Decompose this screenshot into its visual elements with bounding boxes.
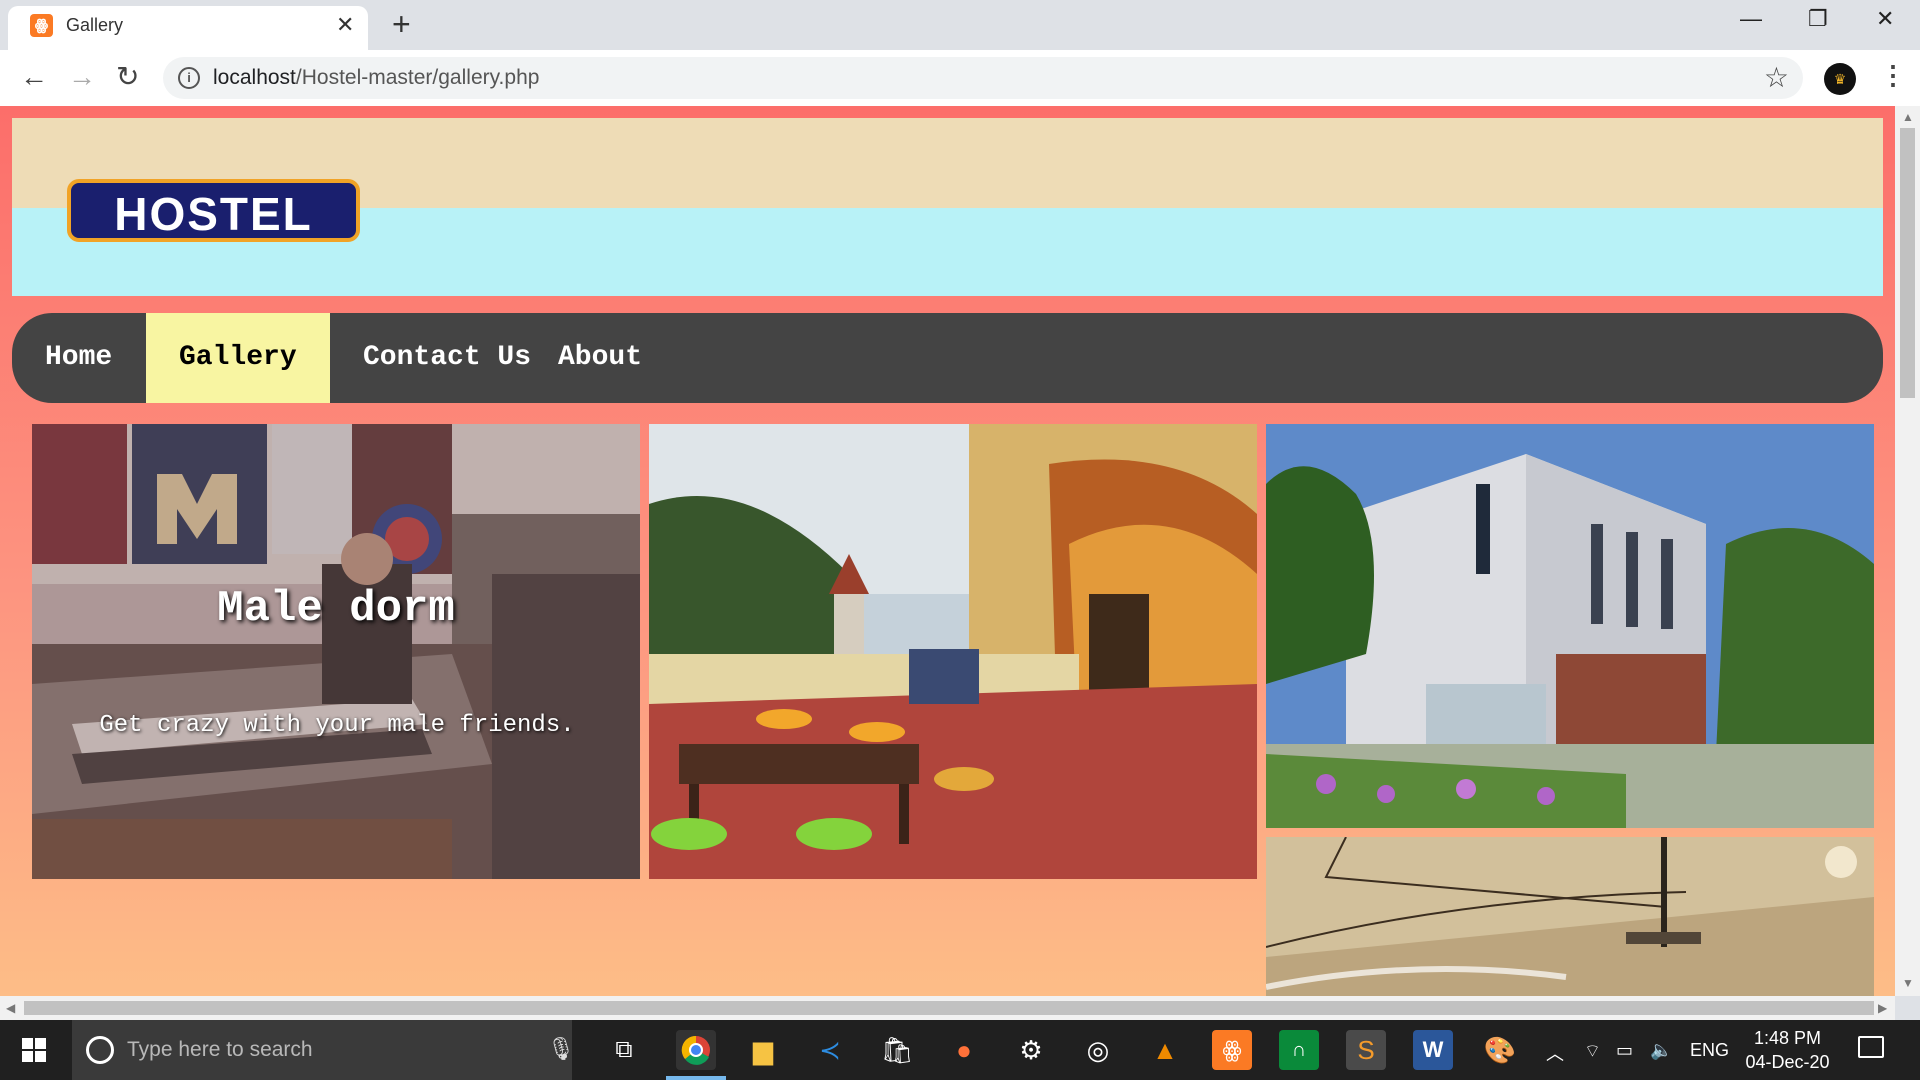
groove-music-icon[interactable]: ◎ bbox=[1078, 1030, 1118, 1070]
clock-time: 1:48 PM bbox=[1753, 1028, 1822, 1048]
settings-gear-icon[interactable]: ⚙ bbox=[1011, 1030, 1051, 1070]
profile-avatar-icon[interactable]: ♛ bbox=[1824, 63, 1856, 95]
scroll-down-icon[interactable]: ▼ bbox=[1902, 976, 1914, 990]
tray-chevron-icon[interactable]: ︿ bbox=[1546, 1040, 1564, 1066]
hostel-building-image bbox=[1266, 424, 1874, 828]
file-explorer-icon[interactable]: ▆ bbox=[743, 1030, 783, 1070]
close-window-icon[interactable]: ✕ bbox=[1876, 6, 1894, 32]
active-app-indicator bbox=[666, 1076, 726, 1080]
main-nav: Home Gallery Contact Us About bbox=[12, 313, 1883, 403]
search-placeholder: Type here to search bbox=[127, 1038, 313, 1061]
card-title: Male dorm bbox=[217, 584, 455, 634]
gallery-photo-male-dorm[interactable]: Male dorm Get crazy with your male frien… bbox=[32, 424, 640, 879]
address-bar[interactable]: i localhost/Hostel-master/gallery.php ☆ bbox=[163, 57, 1803, 99]
notification-icon[interactable] bbox=[1858, 1036, 1884, 1058]
paint-icon[interactable]: 🎨 bbox=[1480, 1030, 1520, 1070]
forward-arrow-icon[interactable]: → bbox=[68, 62, 96, 92]
card-description: Get crazy with your male friends. bbox=[99, 712, 575, 739]
wifi-icon[interactable]: ⌔ bbox=[1584, 1040, 1601, 1063]
gallery-photo-ceiling-lights[interactable] bbox=[1266, 837, 1874, 996]
browser-toolbar: ← → ↻ i localhost/Hostel-master/gallery.… bbox=[0, 50, 1920, 106]
ceiling-lights-image bbox=[1266, 837, 1874, 996]
chrome-icon[interactable] bbox=[676, 1030, 716, 1070]
nav-gallery[interactable]: Gallery bbox=[146, 313, 330, 403]
cortana-icon bbox=[86, 1036, 114, 1064]
taskbar-clock[interactable]: 1:48 PM 04-Dec-20 bbox=[1740, 1026, 1835, 1074]
bookmark-star-icon[interactable]: ☆ bbox=[1764, 61, 1789, 94]
volume-icon[interactable]: 🔈 bbox=[1650, 1040, 1672, 1061]
restore-icon[interactable]: ❐ bbox=[1808, 6, 1828, 32]
chrome-menu-icon[interactable]: ⋮ bbox=[1880, 60, 1906, 91]
word-icon[interactable]: W bbox=[1413, 1030, 1453, 1070]
photo-overlay bbox=[32, 424, 640, 879]
logo-text: HOSTEL bbox=[114, 188, 313, 240]
site-header: HOSTEL bbox=[12, 118, 1883, 296]
firefox-icon[interactable]: ● bbox=[944, 1030, 984, 1070]
headphones-app-icon[interactable]: ∩ bbox=[1279, 1030, 1319, 1070]
browser-tab-gallery[interactable]: ꙮ Gallery ✕ bbox=[8, 6, 368, 50]
vlc-icon[interactable]: ▲ bbox=[1145, 1030, 1185, 1070]
scroll-up-icon[interactable]: ▲ bbox=[1902, 110, 1914, 124]
nav-about[interactable]: About bbox=[525, 313, 675, 403]
language-indicator[interactable]: ENG bbox=[1690, 1040, 1729, 1061]
store-icon[interactable]: 🛍 bbox=[877, 1030, 917, 1070]
gallery-photo-building[interactable] bbox=[1266, 424, 1874, 828]
windows-start-icon[interactable] bbox=[22, 1038, 46, 1062]
url-text[interactable]: localhost/Hostel-master/gallery.php bbox=[213, 66, 539, 90]
tab-title: Gallery bbox=[66, 15, 124, 35]
scroll-right-icon[interactable]: ▶ bbox=[1878, 1001, 1887, 1015]
vertical-scroll-thumb[interactable] bbox=[1900, 128, 1915, 398]
horizontal-scrollbar[interactable]: ◀ ▶ bbox=[0, 996, 1895, 1020]
vertical-scrollbar[interactable]: ▲ ▼ bbox=[1895, 106, 1920, 996]
task-view-icon[interactable]: ⧉ bbox=[604, 1030, 644, 1070]
battery-icon[interactable]: ▭ bbox=[1616, 1040, 1633, 1061]
nav-home[interactable]: Home bbox=[12, 313, 145, 403]
xampp-icon[interactable]: ꙮ bbox=[1212, 1030, 1252, 1070]
scroll-left-icon[interactable]: ◀ bbox=[6, 1001, 15, 1015]
hostel-logo[interactable]: HOSTEL bbox=[67, 179, 360, 242]
horizontal-scroll-thumb[interactable] bbox=[24, 1001, 1874, 1015]
terrace-image bbox=[649, 424, 1257, 879]
page-viewport: HOSTEL Home Gallery Contact Us About Mal… bbox=[0, 106, 1895, 996]
gallery-page: HOSTEL Home Gallery Contact Us About Mal… bbox=[0, 106, 1895, 996]
reload-icon[interactable]: ↻ bbox=[116, 62, 139, 92]
xampp-favicon-icon: ꙮ bbox=[30, 14, 53, 37]
tab-close-icon[interactable]: ✕ bbox=[336, 12, 354, 38]
minimize-icon[interactable]: — bbox=[1740, 6, 1762, 32]
back-arrow-icon[interactable]: ← bbox=[20, 62, 48, 92]
taskbar-search-box[interactable]: Type here to search 🎙 bbox=[72, 1020, 575, 1080]
new-tab-button[interactable]: + bbox=[392, 6, 411, 42]
windows-taskbar: Type here to search 🎙 ⧉ ▆ ≺ 🛍 ● ⚙ ◎ ▲ ꙮ … bbox=[0, 1020, 1920, 1080]
microphone-icon[interactable]: 🎙 bbox=[547, 1036, 575, 1062]
info-icon[interactable]: i bbox=[178, 67, 200, 89]
browser-titlebar: ꙮ Gallery ✕ + — ❐ ✕ bbox=[0, 0, 1920, 50]
clock-date: 04-Dec-20 bbox=[1745, 1052, 1830, 1072]
gallery-photo-terrace[interactable] bbox=[649, 424, 1257, 879]
vscode-icon[interactable]: ≺ bbox=[810, 1030, 850, 1070]
sublime-text-icon[interactable]: S bbox=[1346, 1030, 1386, 1070]
